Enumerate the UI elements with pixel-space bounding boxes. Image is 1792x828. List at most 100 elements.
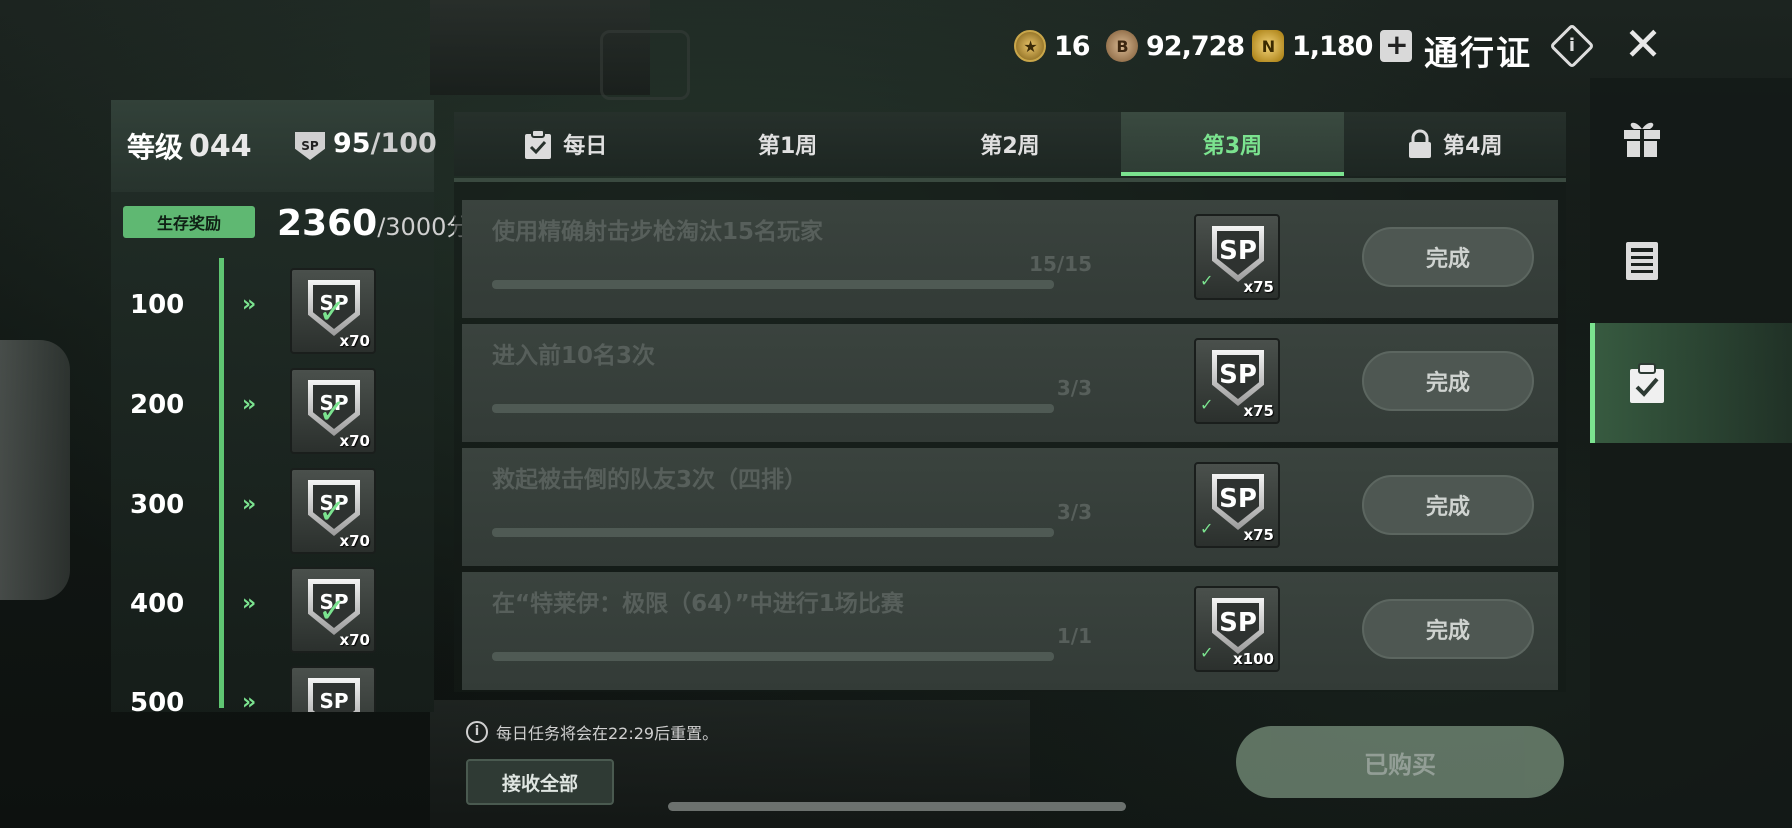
reward-qty: x75 [1243, 526, 1274, 544]
reward-qty: x75 [1243, 402, 1274, 420]
medal-icon: ★ [1014, 30, 1046, 62]
close-button[interactable]: ✕ [1620, 21, 1666, 68]
complete-button[interactable]: 完成 [1362, 351, 1534, 411]
complete-button[interactable]: 完成 [1362, 599, 1534, 659]
check-icon: ✓ [1200, 643, 1214, 662]
double-chevron-icon: » [242, 392, 256, 417]
tab-label: 第2周 [980, 134, 1040, 159]
week-tabs: 每日 第1周 第2周 第3周 第4周 [454, 112, 1566, 176]
gift-icon [1624, 122, 1660, 157]
sidenav-rewards[interactable] [1590, 78, 1792, 198]
milestone-value: 300 [130, 490, 185, 520]
task-reward: SP ✓ x75 [1194, 338, 1280, 424]
tab-label: 第4周 [1443, 134, 1503, 159]
level-value: 044 [189, 128, 252, 164]
tab-daily[interactable]: 每日 [454, 112, 676, 176]
bp-count: 92,728 [1146, 30, 1245, 62]
check-icon: ✓ [318, 591, 347, 631]
double-chevron-icon: » [242, 492, 256, 517]
tab-week-3[interactable]: 第3周 [1121, 112, 1345, 176]
reward-qty: x70 [339, 432, 370, 450]
milestone-row: 400 » SP ✓ x70 [130, 561, 390, 653]
milestone-reward[interactable]: SP ✓ x70 [290, 268, 376, 354]
reset-note: i 每日任务将会在22:29后重置。 [466, 720, 718, 744]
n-coin-count: 1,180 [1292, 30, 1373, 62]
n-coin-counter: N 1,180 + [1252, 30, 1413, 62]
task-title: 救起被击倒的队友3次（四排） [492, 467, 808, 493]
tab-label: 第3周 [1202, 134, 1263, 159]
task-progress-bar [492, 652, 1054, 661]
sidenav-tasks[interactable] [1590, 323, 1792, 443]
milestone-value: 500 [130, 688, 185, 712]
milestone-row: 200 » SP ✓ x70 [130, 362, 390, 454]
bp-coin-icon: B [1106, 30, 1138, 62]
check-icon: ✓ [318, 392, 347, 432]
task-progress-count: 15/15 [1029, 252, 1092, 276]
milestone-reward[interactable]: SP [290, 666, 376, 712]
medal-counter: ★ 16 [1014, 30, 1091, 62]
sp-shield-icon: SP [308, 678, 360, 712]
milestone-reward[interactable]: SP ✓ x70 [290, 368, 376, 454]
top-bar: ★ 16 B 92,728 N 1,180 + 通行证 i ✕ [0, 21, 1792, 74]
newspaper-icon [1626, 242, 1658, 280]
background-decor [0, 340, 70, 600]
task-progress-count: 1/1 [1056, 624, 1092, 648]
double-chevron-icon: » [242, 591, 256, 616]
task-row: 在“特莱伊：极限（64）”中进行1场比赛 1/1 SP ✓ x100 完成 [462, 572, 1558, 690]
clipboard-check-icon [525, 129, 552, 159]
home-indicator [668, 802, 1126, 811]
milestone-value: 400 [130, 589, 185, 619]
task-reward: SP ✓ x100 [1194, 586, 1280, 672]
tab-week-1[interactable]: 第1周 [676, 112, 898, 176]
info-icon: i [466, 721, 488, 743]
sidenav-news[interactable] [1590, 200, 1792, 320]
reward-qty: x75 [1243, 278, 1274, 296]
sp-shield-icon: SP [1212, 226, 1264, 282]
info-button[interactable]: i [1549, 23, 1595, 69]
n-coin-icon: N [1252, 30, 1284, 62]
task-row: 使用精确射击步枪淘汰15名玩家 15/15 SP ✓ x75 完成 [462, 200, 1558, 318]
task-progress-count: 3/3 [1056, 500, 1092, 524]
tab-label: 每日 [563, 134, 608, 159]
sp-shield-icon: SP [1212, 598, 1264, 654]
task-reward: SP ✓ x75 [1194, 214, 1280, 300]
double-chevron-icon: » [242, 690, 256, 712]
task-row: 救起被击倒的队友3次（四排） 3/3 SP ✓ x75 完成 [462, 448, 1558, 566]
claim-all-button[interactable]: 接收全部 [466, 759, 614, 805]
purchased-button[interactable]: 已购买 [1236, 726, 1564, 798]
level-header: 等级 044 SP 95/100 [111, 100, 437, 192]
reset-note-text: 每日任务将会在22:29后重置。 [496, 724, 719, 743]
complete-button[interactable]: 完成 [1362, 475, 1534, 535]
add-currency-button[interactable]: + [1380, 30, 1413, 62]
check-icon: ✓ [1200, 395, 1214, 414]
milestone-reward[interactable]: SP ✓ x70 [290, 468, 376, 554]
sp-shield-icon: SP [1212, 474, 1264, 530]
tab-week-2[interactable]: 第2周 [899, 112, 1121, 176]
check-icon: ✓ [318, 292, 347, 332]
milestone-value: 100 [130, 290, 185, 320]
complete-button[interactable]: 完成 [1362, 227, 1534, 287]
info-icon: i [1568, 35, 1576, 56]
sp-total: /100 [370, 128, 437, 159]
check-icon: ✓ [1200, 519, 1214, 538]
page-title: 通行证 [1424, 34, 1532, 74]
task-row: 进入前10名3次 3/3 SP ✓ x75 完成 [462, 324, 1558, 442]
bp-counter: B 92,728 [1106, 30, 1245, 62]
reward-qty: x70 [339, 631, 370, 649]
reward-qty: x70 [339, 332, 370, 350]
task-progress-count: 3/3 [1056, 376, 1092, 400]
task-clipboard-icon [1630, 363, 1664, 403]
reward-qty: x100 [1233, 650, 1274, 668]
milestone-row: 300 » SP ✓ x70 [130, 462, 390, 554]
medal-count: 16 [1054, 30, 1091, 62]
tab-week-4[interactable]: 第4周 [1344, 112, 1566, 176]
milestone-reward[interactable]: SP ✓ x70 [290, 567, 376, 653]
milestone-row: 500 » SP [130, 660, 390, 712]
milestone-row: 100 » SP ✓ x70 [130, 262, 390, 354]
level-label: 等级 [127, 131, 184, 164]
task-title: 进入前10名3次 [492, 343, 656, 369]
task-reward: SP ✓ x75 [1194, 462, 1280, 548]
survival-current: 2360 [277, 203, 378, 244]
sp-shield-icon: SP [1212, 350, 1264, 406]
sp-icon: SP [295, 132, 325, 160]
